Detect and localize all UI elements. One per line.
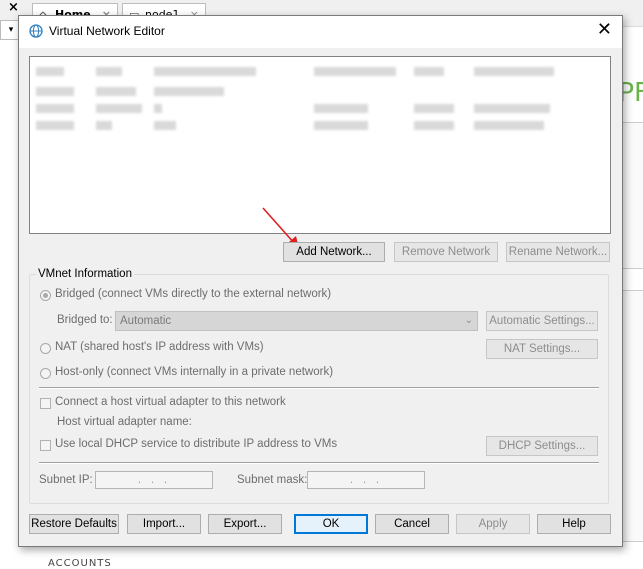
- background-close-icon[interactable]: ×: [8, 0, 19, 15]
- network-row-blurred: [154, 104, 162, 113]
- network-row-blurred: [154, 121, 176, 130]
- network-row-blurred: [154, 67, 256, 76]
- network-list[interactable]: [29, 56, 611, 234]
- nat-label: NAT (shared host's IP address with VMs): [55, 341, 264, 353]
- bridged-radio[interactable]: [40, 290, 51, 301]
- help-button[interactable]: Help: [537, 514, 611, 534]
- vmnet-information-group: [29, 274, 609, 504]
- adapter-name-label: Host virtual adapter name:: [57, 416, 192, 428]
- network-row-blurred: [96, 104, 142, 113]
- virtual-network-editor-dialog: Virtual Network Editor ✕ Add Network... …: [18, 15, 623, 547]
- background-bottom-text: ACCOUNTS: [48, 558, 112, 569]
- apply-button[interactable]: Apply: [456, 514, 530, 534]
- cancel-button[interactable]: Cancel: [375, 514, 449, 534]
- dialog-titlebar[interactable]: Virtual Network Editor ✕: [19, 16, 622, 48]
- network-row-blurred: [96, 121, 112, 130]
- dhcp-settings-button[interactable]: DHCP Settings...: [486, 436, 598, 456]
- subnet-mask-label: Subnet mask:: [237, 474, 308, 486]
- vmnet-information-title: VMnet Information: [36, 268, 134, 280]
- restore-defaults-button[interactable]: Restore Defaults: [29, 514, 119, 534]
- host-only-radio[interactable]: [40, 368, 51, 379]
- network-row-blurred: [314, 67, 396, 76]
- automatic-settings-button[interactable]: Automatic Settings...: [486, 311, 598, 331]
- network-row-blurred: [414, 67, 444, 76]
- bridged-to-select[interactable]: Automatic ⌄: [115, 311, 478, 331]
- bridged-label: Bridged (connect VMs directly to the ext…: [55, 288, 332, 300]
- remove-network-button[interactable]: Remove Network: [394, 242, 498, 262]
- close-icon[interactable]: ✕: [597, 20, 612, 40]
- network-globe-icon: [29, 24, 43, 38]
- ok-button[interactable]: OK: [294, 514, 368, 534]
- nat-radio[interactable]: [40, 343, 51, 354]
- bridged-to-value: Automatic: [120, 315, 172, 327]
- import-button[interactable]: Import...: [127, 514, 201, 534]
- add-network-button[interactable]: Add Network...: [283, 242, 385, 262]
- network-row-blurred: [36, 104, 74, 113]
- dhcp-label: Use local DHCP service to distribute IP …: [55, 438, 338, 450]
- network-row-blurred: [414, 104, 454, 113]
- network-row-blurred: [314, 104, 368, 113]
- network-row-blurred: [154, 87, 224, 96]
- network-row-blurred: [96, 67, 122, 76]
- bridged-to-label: Bridged to:: [57, 314, 113, 326]
- dhcp-checkbox[interactable]: [40, 440, 51, 451]
- network-row-blurred: [36, 87, 74, 96]
- nat-settings-button[interactable]: NAT Settings...: [486, 339, 598, 359]
- network-row-blurred: [36, 121, 74, 130]
- network-row-blurred: [314, 121, 368, 130]
- rename-network-button[interactable]: Rename Network...: [506, 242, 610, 262]
- network-row-blurred: [414, 121, 454, 130]
- network-row-blurred: [474, 121, 544, 130]
- host-only-label: Host-only (connect VMs internally in a p…: [55, 366, 334, 378]
- subnet-mask-field[interactable]: . . .: [307, 471, 425, 489]
- export-button[interactable]: Export...: [208, 514, 282, 534]
- connect-adapter-label: Connect a host virtual adapter to this n…: [55, 396, 286, 408]
- dialog-title: Virtual Network Editor: [49, 24, 165, 38]
- network-row-blurred: [474, 104, 550, 113]
- network-row-blurred: [36, 67, 64, 76]
- network-row-blurred: [474, 67, 554, 76]
- group-divider: [39, 387, 599, 389]
- subnet-ip-field[interactable]: . . .: [95, 471, 213, 489]
- subnet-ip-label: Subnet IP:: [39, 474, 93, 486]
- network-row-blurred: [96, 87, 136, 96]
- chevron-down-icon: ⌄: [464, 315, 473, 326]
- connect-adapter-checkbox[interactable]: [40, 398, 51, 409]
- group-divider: [39, 462, 599, 464]
